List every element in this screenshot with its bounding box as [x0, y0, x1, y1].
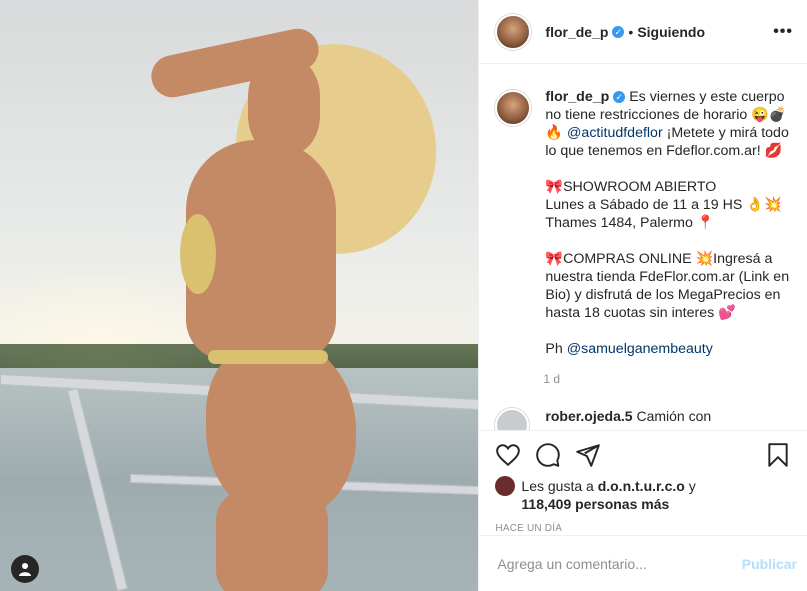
bikini-bottom	[208, 350, 328, 364]
more-options-icon[interactable]: •••	[773, 23, 793, 41]
verified-icon: ✓	[612, 25, 625, 38]
post-actions: Les gusta a d.o.n.t.u.r.c.o y 118,409 pe…	[479, 430, 807, 534]
user-tag-icon	[19, 563, 31, 576]
comments-section[interactable]: flor_de_p ✓ Es viernes y este cuerpo no t…	[479, 64, 807, 430]
caption-line-3: 🎀SHOWROOM ABIERTO	[545, 179, 717, 195]
bookmark-icon[interactable]	[765, 442, 791, 468]
caption-time[interactable]: 1 d	[543, 372, 795, 386]
caption-username[interactable]: flor_de_p	[545, 89, 609, 105]
caption-avatar[interactable]	[495, 90, 532, 126]
liker-username[interactable]: d.o.n.t.u.r.c.o	[598, 478, 685, 494]
mention-samuelganembeauty[interactable]: @samuelganembeauty	[567, 341, 713, 357]
post-date[interactable]: HACE UN DÍA	[495, 523, 791, 534]
likes-prefix: Les gusta a	[521, 478, 594, 494]
heart-icon[interactable]	[495, 442, 521, 468]
author-username[interactable]: flor_de_p	[545, 24, 608, 40]
caption: flor_de_p ✓ Es viernes y este cuerpo no t…	[495, 88, 795, 358]
following-button[interactable]: Siguiendo	[637, 24, 705, 40]
action-icons	[495, 439, 791, 471]
share-icon[interactable]	[575, 442, 601, 468]
likes-count[interactable]: 118,409 personas más	[521, 496, 669, 512]
commenter-username[interactable]: rober.ojeda.5	[545, 408, 632, 424]
bikini-top	[180, 214, 216, 294]
likes-summary[interactable]: Les gusta a d.o.n.t.u.r.c.o y 118,409 pe…	[495, 476, 791, 513]
publish-button[interactable]: Publicar	[742, 556, 797, 572]
caption-line-7: Ph	[545, 341, 567, 357]
caption-line-4: Lunes a Sábado de 11 a 19 HS 👌💥	[545, 197, 782, 213]
likes-conj: y	[688, 478, 696, 494]
caption-text: flor_de_p ✓ Es viernes y este cuerpo no t…	[545, 88, 795, 358]
verified-icon: ✓	[613, 91, 626, 103]
author-avatar[interactable]	[495, 13, 532, 50]
tagged-users-button[interactable]	[11, 555, 39, 583]
comment-item: rober.ojeda.5 Camión con	[495, 408, 795, 430]
comment-icon[interactable]	[535, 442, 561, 468]
separator-dot: •	[628, 23, 634, 40]
caption-line-5: Thames 1484, Palermo 📍	[545, 215, 715, 231]
post-sidebar: flor_de_p ✓ • Siguiendo ••• flor_de_p ✓ E…	[478, 0, 807, 591]
caption-line-6: 🎀COMPRAS ONLINE 💥Ingresá a nuestra tiend…	[545, 251, 790, 321]
liker-avatar[interactable]	[495, 476, 516, 496]
comment-text: rober.ojeda.5 Camión con	[545, 408, 712, 424]
commenter-avatar[interactable]	[495, 408, 530, 430]
legs	[216, 490, 328, 591]
instagram-post: flor_de_p ✓ • Siguiendo ••• flor_de_p ✓ E…	[0, 0, 807, 591]
post-photo[interactable]	[0, 0, 479, 591]
mention-actitudfdeflor[interactable]: @actitudfdeflor	[567, 125, 663, 141]
comment-box: Publicar	[479, 535, 807, 591]
post-header: flor_de_p ✓ • Siguiendo •••	[479, 0, 807, 64]
comment-input[interactable]	[495, 554, 742, 573]
